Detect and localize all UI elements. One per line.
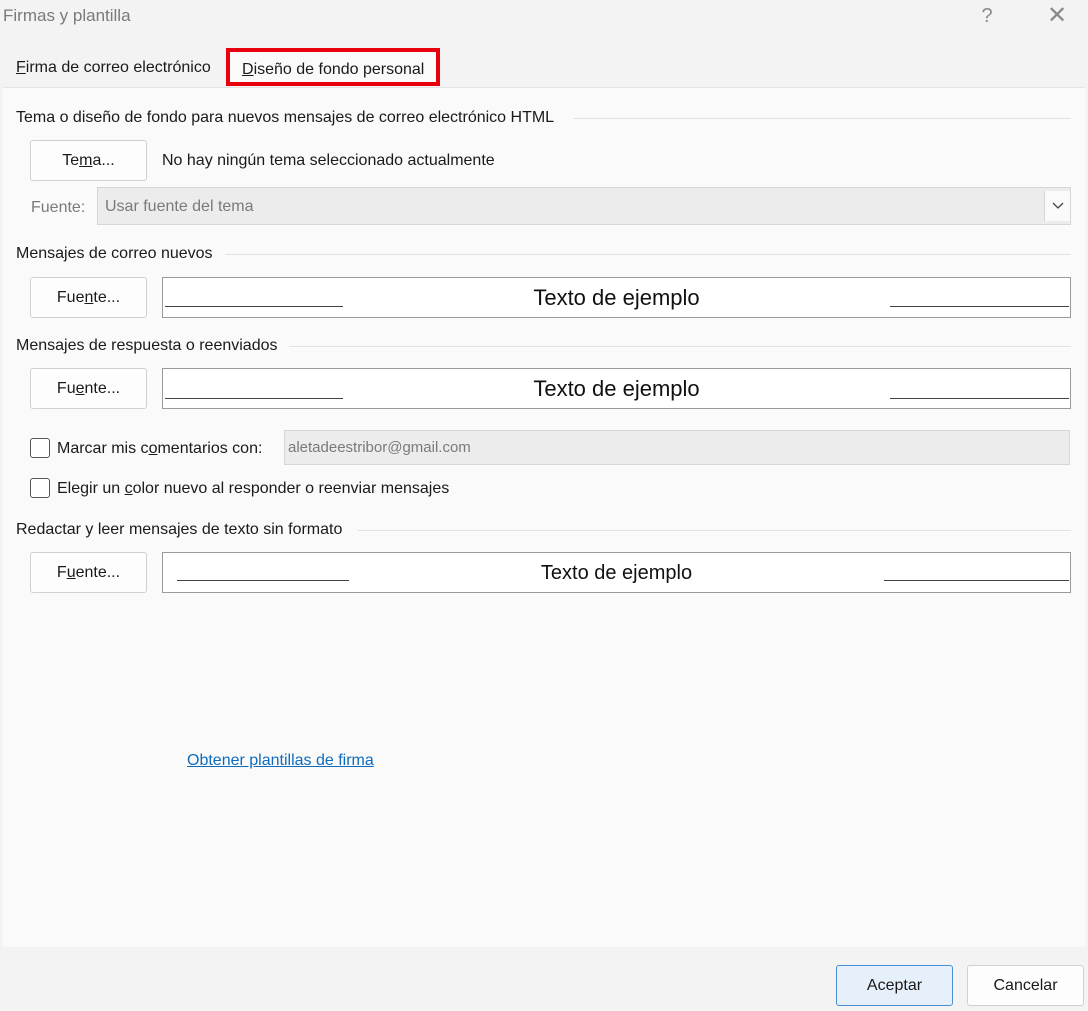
theme-section-title: Tema o diseño de fondo para nuevos mensa… [16,109,555,126]
plain-text-sample-text: Texto de ejemplo [540,562,693,584]
new-mail-sample-box: Texto de ejemplo [162,277,1071,318]
tab-strip: Firma de correo electrónico Diseño de fo… [0,48,1088,88]
section-divider [573,118,1071,119]
plain-text-sample-box: Texto de ejemplo [162,552,1071,593]
mark-comments-label[interactable]: Marcar mis comentarios con: [57,440,262,458]
get-signature-templates-link[interactable]: Obtener plantillas de firma [187,752,374,770]
mark-comments-value: aletadeestribor@gmail.com [288,439,471,456]
theme-status-text: No hay ningún tema seleccionado actualme… [162,152,495,169]
mark-comments-checkbox[interactable] [30,438,50,458]
section-divider [225,254,1071,255]
stationery-panel: Tema o diseño de fondo para nuevos mensa… [3,87,1085,947]
tab-personal-stationery[interactable]: Diseño de fondo personal [226,48,441,86]
new-mail-font-button[interactable]: Fuente... [30,277,147,318]
dialog-title: Firmas y plantilla [3,6,131,25]
cancel-button[interactable]: Cancelar [967,965,1084,1006]
chevron-down-icon[interactable] [1044,191,1070,221]
reply-section-title: Mensajes de respuesta o reenviados [16,337,278,354]
reply-sample-box: Texto de ejemplo [162,368,1071,409]
section-divider [289,346,1071,347]
theme-button[interactable]: Tema... [30,140,147,181]
new-mail-sample-text: Texto de ejemplo [533,285,700,310]
mark-comments-input: aletadeestribor@gmail.com [284,430,1070,465]
theme-font-value: Usar fuente del tema [105,198,254,215]
title-bar: Firmas y plantilla ? ✕ [0,0,1088,36]
plain-text-font-button[interactable]: Fuente... [30,552,147,593]
help-button[interactable]: ? [972,2,1002,30]
plain-text-section-title: Redactar y leer mensajes de texto sin fo… [16,521,343,538]
tab-email-signature[interactable]: Firma de correo electrónico [6,48,221,88]
theme-font-select[interactable]: Usar fuente del tema [97,187,1071,225]
ok-button[interactable]: Aceptar [836,965,953,1006]
new-mail-section-title: Mensajes de correo nuevos [16,245,213,262]
close-button[interactable]: ✕ [1040,2,1074,30]
section-divider [358,530,1071,531]
new-color-checkbox[interactable] [30,478,50,498]
reply-font-button[interactable]: Fuente... [30,368,147,409]
new-color-label[interactable]: Elegir un color nuevo al responder o ree… [57,480,449,498]
signatures-dialog: Firmas y plantilla ? ✕ Firma de correo e… [0,0,1088,1011]
font-label: Fuente: [31,199,86,216]
